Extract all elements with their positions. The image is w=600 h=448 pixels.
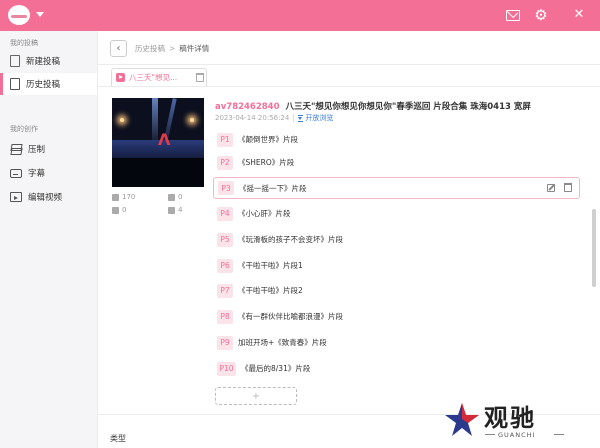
- part-badge: P5: [217, 232, 233, 247]
- part-row[interactable]: P7 《干啦干啦》片段2: [213, 281, 580, 300]
- video-thumbnail[interactable]: Λ: [112, 98, 204, 187]
- file-tab-label: 八三夭"想见...: [129, 73, 178, 82]
- watermark-line: [554, 434, 564, 435]
- part-name: 《最后的8/31》片段: [241, 364, 311, 373]
- part-name: 《SHERO》片段: [238, 158, 295, 167]
- document-icon: [10, 55, 20, 67]
- sidebar-item-label: 压制: [28, 145, 46, 155]
- danmaku-icon: [168, 193, 175, 201]
- sidebar-item-new-submission[interactable]: 新建投稿: [0, 50, 97, 72]
- part-row[interactable]: P9 加班开场+《致青春》片段: [213, 333, 580, 352]
- coins-count: 0: [122, 206, 127, 214]
- hourglass-icon: [298, 114, 304, 122]
- breadcrumb-parent[interactable]: 历史投稿: [135, 43, 165, 54]
- part-badge: P3: [218, 181, 234, 195]
- danmaku-stat: 0: [168, 193, 182, 201]
- favorites-count: 4: [178, 206, 183, 214]
- favorites-stat: 4: [168, 206, 182, 214]
- part-name: 《小心肝》片段: [238, 209, 291, 218]
- trash-icon[interactable]: [196, 73, 204, 82]
- sidebar-item-label: 新建投稿: [26, 57, 61, 67]
- sidebar-item-label: 字幕: [28, 169, 46, 179]
- part-name: 《干啦干啦》片段1: [238, 261, 303, 270]
- part-row[interactable]: P6 《干啦干啦》片段1: [213, 256, 580, 275]
- coin-icon: [112, 206, 119, 214]
- edit-video-icon: [10, 192, 22, 202]
- part-badge: P10: [217, 361, 236, 376]
- breadcrumb: ‹ 历史投稿 > 稿件详情: [110, 40, 209, 57]
- part-row[interactable]: P5 《玩滑板的孩子不会变坏》片段: [213, 230, 580, 249]
- part-row[interactable]: P10 《最后的8/31》片段: [213, 359, 580, 378]
- part-badge: P4: [217, 206, 233, 221]
- video-datetime: 2023-04-14 20:56:24: [215, 114, 290, 122]
- sidebar-section-my-creation: 我的创作: [10, 125, 38, 133]
- danmaku-count: 0: [178, 193, 183, 201]
- part-badge: P1: [217, 132, 233, 147]
- sidebar-item-label: 历史投稿: [26, 80, 61, 90]
- part-name: 《玩滑板的孩子不会变坏》片段: [238, 235, 343, 244]
- part-name: 《颠倒世界》片段: [238, 135, 298, 144]
- divider: [98, 64, 600, 65]
- chevron-down-icon[interactable]: [36, 12, 44, 17]
- part-row[interactable]: P8 《有一群伙伴比喻都浪漫》片段: [213, 307, 580, 326]
- type-section-label: 类型: [110, 434, 126, 443]
- mail-icon[interactable]: [506, 10, 520, 21]
- video-title: av782462840 八三夭"想见你想见你想见你"春季巡回 片段合集 珠海04…: [215, 100, 531, 112]
- title-bar: ⚙ ✕: [0, 0, 600, 31]
- part-badge: P2: [217, 155, 233, 170]
- gear-icon[interactable]: ⚙: [534, 8, 548, 23]
- part-name: 《有一群伙伴比喻都浪漫》片段: [238, 312, 343, 321]
- breadcrumb-current: 稿件详情: [179, 44, 210, 53]
- video-meta: 2023-04-14 20:56:24 开放浏览: [215, 113, 333, 123]
- close-icon[interactable]: ✕: [572, 8, 586, 22]
- sidebar: 我的投稿 新建投稿 历史投稿 我的创作 压制 字幕 编辑视频: [0, 31, 98, 448]
- part-name: 《干啦干啦》片段2: [238, 286, 303, 295]
- part-badge: P6: [217, 258, 233, 273]
- watermark-subtext: GUANCHI: [498, 431, 536, 439]
- layers-icon: [10, 144, 22, 154]
- play-icon: [112, 193, 119, 201]
- visibility-label: 开放浏览: [305, 114, 334, 122]
- sidebar-item-compress[interactable]: 压制: [0, 138, 97, 160]
- meta-separator: [293, 114, 295, 122]
- part-row-selected[interactable]: P3 《摇一摇一下》片段: [213, 177, 580, 199]
- scrollbar-thumb[interactable]: [592, 209, 596, 287]
- sidebar-item-edit-video[interactable]: 编辑视频: [0, 186, 97, 208]
- favorite-icon: [168, 206, 175, 214]
- visibility-status: 开放浏览: [298, 113, 333, 123]
- video-file-icon: [116, 73, 125, 82]
- part-name: 《摇一摇一下》片段: [239, 183, 307, 193]
- part-badge: P9: [217, 335, 233, 350]
- file-tab[interactable]: 八三夭"想见...: [111, 68, 207, 86]
- edit-icon[interactable]: [547, 184, 555, 192]
- app-logo[interactable]: [8, 5, 30, 25]
- main-panel: ‹ 历史投稿 > 稿件详情 八三夭"想见... Λ 170 0 0 4 av78…: [98, 31, 600, 448]
- video-av-id[interactable]: av782462840: [215, 102, 280, 112]
- add-part-button[interactable]: +: [215, 387, 297, 405]
- plays-count: 170: [122, 193, 136, 201]
- plays-stat: 170: [112, 193, 135, 201]
- watermark: 观驰 GUANCHI: [444, 398, 584, 446]
- sidebar-item-label: 编辑视频: [28, 193, 63, 203]
- part-row[interactable]: P1 《颠倒世界》片段: [213, 130, 580, 149]
- video-title-text: 八三夭"想见你想见你想见你"春季巡回 片段合集 珠海0413 宽屏: [285, 102, 531, 112]
- subtitle-icon: [10, 168, 22, 178]
- part-name: 加班开场+《致青春》片段: [238, 338, 327, 347]
- part-badge: P7: [217, 283, 233, 298]
- sidebar-item-subtitle[interactable]: 字幕: [0, 162, 97, 184]
- tab-divider: [98, 86, 600, 87]
- coins-stat: 0: [112, 206, 126, 214]
- watermark-text: 观驰: [484, 404, 536, 432]
- breadcrumb-separator: >: [169, 44, 176, 53]
- sidebar-section-my-submissions: 我的投稿: [10, 39, 38, 47]
- trash-icon[interactable]: [564, 183, 572, 192]
- part-badge: P8: [217, 309, 233, 324]
- sidebar-item-history-submission[interactable]: 历史投稿: [0, 73, 97, 95]
- part-row[interactable]: P2 《SHERO》片段: [213, 153, 580, 172]
- back-button[interactable]: ‹: [110, 40, 127, 57]
- part-row[interactable]: P4 《小心肝》片段: [213, 204, 580, 223]
- star-logo-icon: [445, 403, 479, 436]
- watermark-line: [485, 434, 495, 435]
- history-document-icon: [10, 78, 20, 90]
